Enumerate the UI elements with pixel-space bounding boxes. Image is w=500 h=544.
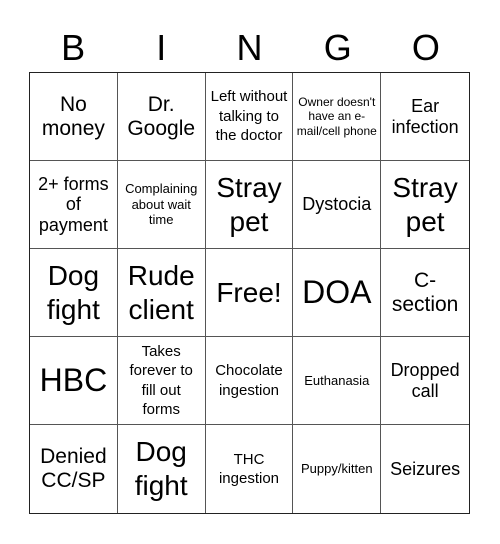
bingo-cell[interactable]: Denied CC/SP: [30, 425, 118, 513]
cell-text: Puppy/kitten: [301, 461, 373, 477]
bingo-cell[interactable]: DOA: [293, 249, 382, 337]
bingo-cell[interactable]: No money: [30, 73, 118, 161]
bingo-cell[interactable]: Rude client: [117, 249, 206, 337]
bingo-cell[interactable]: Takes forever to fill out forms: [117, 337, 206, 425]
bingo-header: B I N G O: [29, 25, 470, 71]
bingo-cell[interactable]: Dropped call: [381, 337, 469, 425]
header-letter-n: N: [236, 27, 263, 68]
cell-text: DOA: [302, 274, 372, 311]
bingo-cell[interactable]: Euthanasia: [293, 337, 382, 425]
cell-text: Seizures: [390, 458, 461, 479]
cell-text: Rude client: [127, 259, 195, 325]
bingo-cell[interactable]: C-section: [381, 249, 469, 337]
bingo-cell[interactable]: Chocolate ingestion: [205, 337, 294, 425]
bingo-cell[interactable]: Dog fight: [118, 425, 206, 513]
bingo-cell[interactable]: Owner doesn't have an e-mail/cell phone: [293, 73, 382, 161]
cell-text: HBC: [39, 362, 108, 399]
bingo-cell[interactable]: Seizures: [381, 425, 469, 513]
header-letter-g: G: [323, 27, 352, 68]
cell-text: Dog fight: [46, 259, 100, 325]
cell-text: Euthanasia: [304, 372, 370, 388]
cell-text: Denied CC/SP: [40, 445, 107, 492]
cell-text: Left without talking to the doctor: [210, 88, 288, 145]
bingo-cell[interactable]: Left without talking to the doctor: [205, 73, 294, 161]
free-space-label: Free!: [216, 276, 282, 308]
bingo-cell[interactable]: Puppy/kitten: [293, 425, 382, 513]
cell-text: Complaining about wait time: [125, 181, 198, 228]
bingo-cell[interactable]: Stray pet: [205, 161, 294, 249]
free-space-cell[interactable]: Free!: [205, 249, 294, 337]
cell-text: 2+ forms of payment: [38, 174, 109, 235]
header-letter-b: B: [61, 27, 86, 68]
bingo-cell[interactable]: HBC: [30, 337, 118, 425]
cell-text: C-section: [391, 268, 459, 316]
cell-text: Ear infection: [391, 96, 459, 137]
bingo-cell[interactable]: THC ingestion: [206, 425, 294, 513]
cell-text: Takes forever to fill out forms: [129, 342, 193, 419]
bingo-cell[interactable]: Dr. Google: [117, 73, 206, 161]
cell-text: Owner doesn't have an e-mail/cell phone: [296, 94, 377, 138]
bingo-cell[interactable]: Dystocia: [293, 161, 382, 249]
cell-text: Dystocia: [302, 194, 372, 215]
bingo-cell[interactable]: Stray pet: [381, 161, 469, 249]
cell-text: Dog fight: [134, 436, 188, 501]
header-letter-o: O: [411, 27, 440, 68]
cell-text: Dr. Google: [127, 92, 196, 140]
cell-text: THC ingestion: [218, 450, 280, 488]
bingo-cell[interactable]: Complaining about wait time: [117, 161, 206, 249]
bingo-grid: No money Dr. Google Left without talking…: [29, 72, 470, 514]
bingo-cell[interactable]: Ear infection: [381, 73, 469, 161]
bingo-cell[interactable]: 2+ forms of payment: [30, 161, 118, 249]
bingo-cell[interactable]: Dog fight: [30, 249, 118, 337]
cell-text: Chocolate ingestion: [215, 362, 283, 399]
header-letter-i: I: [156, 27, 167, 68]
cell-text: No money: [41, 92, 105, 140]
cell-text: Dropped call: [390, 360, 460, 401]
cell-text: Stray pet: [216, 171, 282, 237]
cell-text: Stray pet: [392, 171, 458, 237]
